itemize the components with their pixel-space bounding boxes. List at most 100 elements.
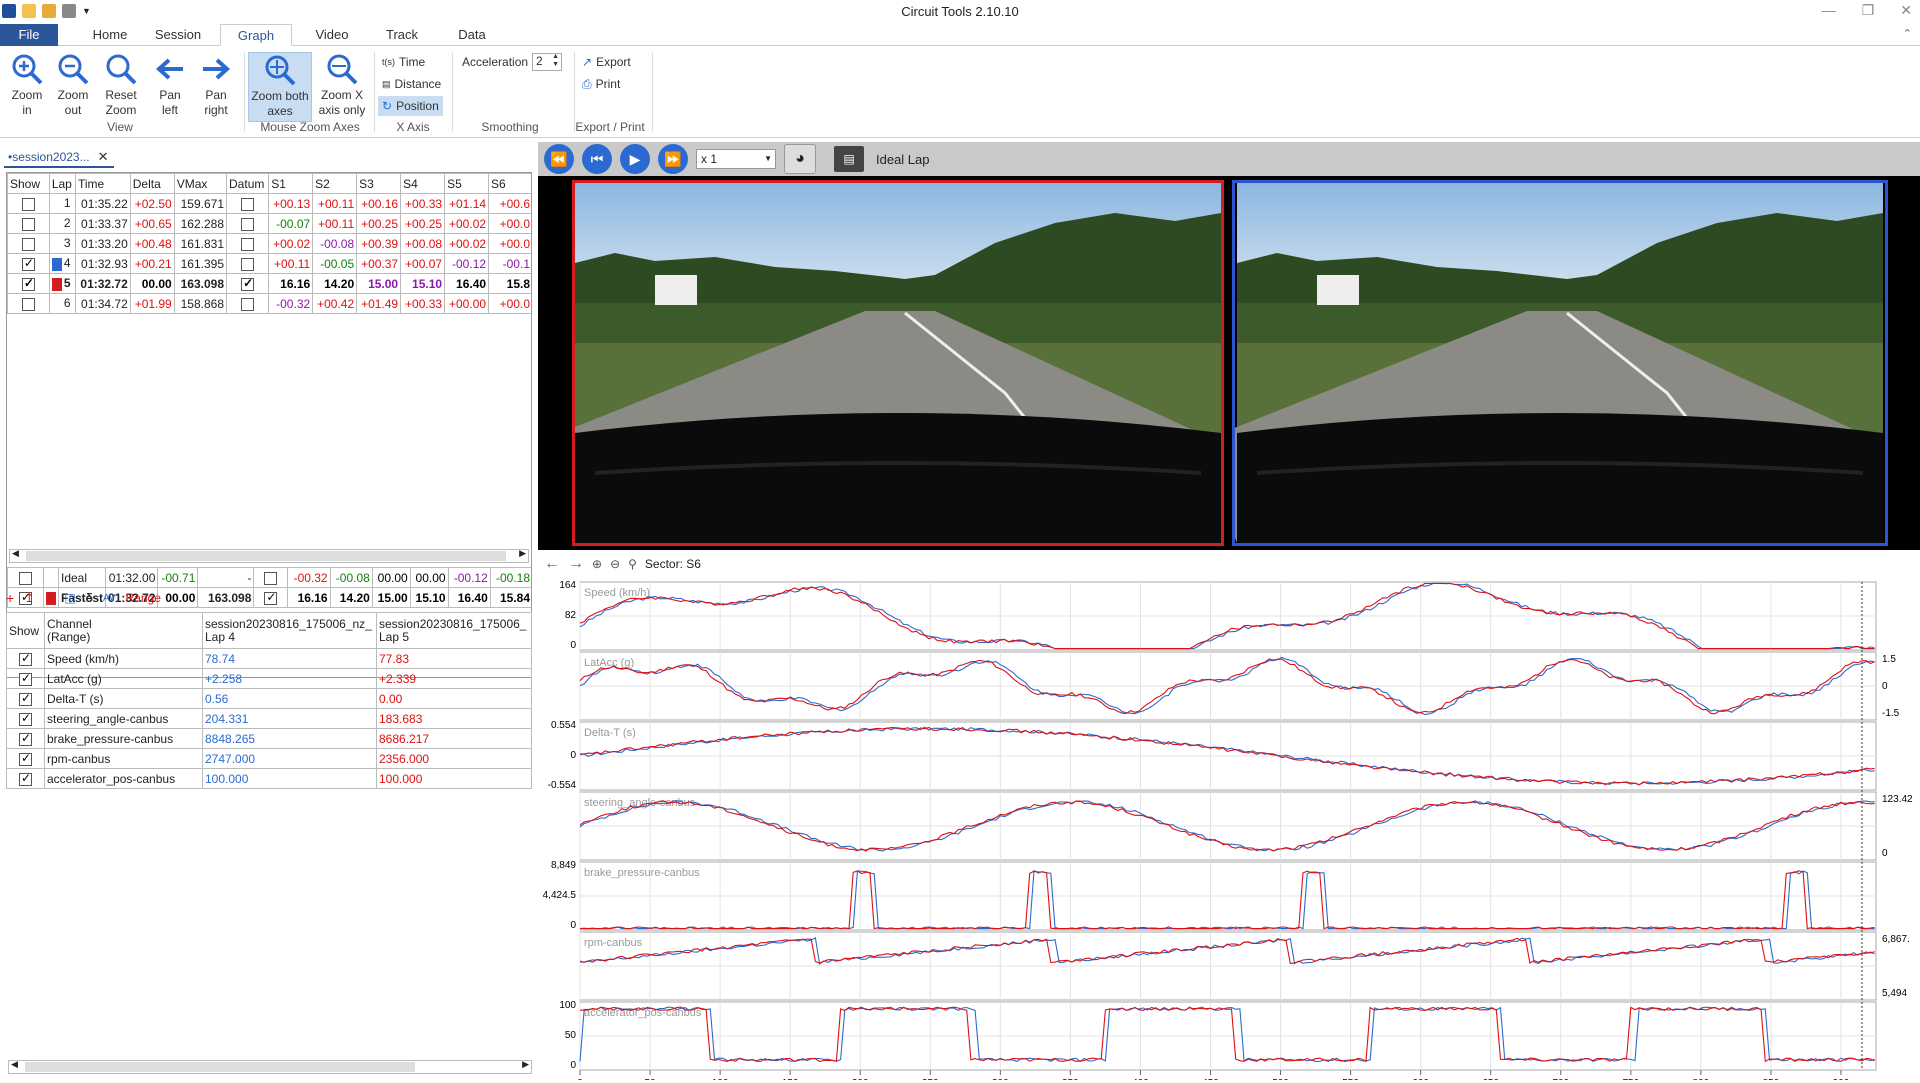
scroll-right-icon[interactable]: ▶	[519, 548, 526, 559]
lap-row[interactable]: 5 01:32.7200.00163.098 16.1614.2015.0015.1…	[7, 273, 531, 294]
channel-show-checkbox[interactable]	[19, 731, 32, 746]
show-checkbox[interactable]	[21, 297, 35, 311]
lap-col-s6[interactable]: S6	[488, 173, 531, 194]
channel-table-scrollbar[interactable]: ◀ ▶	[8, 1059, 532, 1074]
channel-show-checkbox[interactable]	[19, 691, 32, 706]
lap-row[interactable]: 4 01:32.93+00.21161.395 +00.11-00.05+00.37…	[7, 253, 531, 274]
channel-row[interactable]: LatAcc (g)+2.258+2.339	[6, 668, 532, 689]
lap-col-delta[interactable]: Delta	[129, 173, 175, 194]
pan-left-button[interactable]: Pan left	[150, 52, 190, 118]
lap-col-s2[interactable]: S2	[312, 173, 358, 194]
channel-show-checkbox[interactable]	[19, 671, 32, 686]
show-checkbox[interactable]	[19, 571, 32, 585]
arrow-left-icon[interactable]: ←	[544, 555, 560, 573]
lap-col-vmax[interactable]: VMax	[173, 173, 228, 194]
lap-table-scrollbar[interactable]: ◀ ▶	[9, 548, 529, 563]
summary-row-ideal[interactable]: Ideal 01:32.00 -00.71- -00.32 -00.08 00.00 00.…	[7, 567, 531, 588]
tab-video[interactable]: Video	[300, 24, 364, 46]
scroll-right-icon[interactable]: ▶	[522, 1059, 529, 1070]
export-button[interactable]: ↗ Export	[578, 52, 635, 72]
xaxis-time-option[interactable]: t(s) Time	[378, 52, 429, 72]
spinner-arrows-icon[interactable]: ▲ ▼	[552, 53, 559, 69]
show-checkbox[interactable]	[21, 256, 35, 271]
close-window-icon[interactable]: ✕	[1900, 2, 1912, 19]
search-icon[interactable]: ⚲	[628, 557, 637, 571]
scroll-thumb[interactable]	[26, 551, 506, 561]
print-button[interactable]: ⎙ Print	[578, 74, 624, 94]
rewind-button[interactable]: ⏪	[544, 144, 574, 174]
scroll-left-icon[interactable]: ◀	[11, 1059, 18, 1070]
tab-home[interactable]: Home	[80, 24, 140, 46]
delta-icon[interactable]: δ	[86, 591, 93, 605]
datum-checkbox[interactable]	[264, 571, 278, 585]
scroll-thumb[interactable]	[25, 1062, 415, 1072]
lap-row[interactable]: 2 01:33.37 +00.65 162.288 -00.07 +00.11 +00.25…	[7, 213, 531, 234]
lap-col-s1[interactable]: S1	[268, 173, 314, 194]
show-checkbox[interactable]	[21, 217, 35, 231]
play-button[interactable]: ▶	[620, 144, 650, 174]
datum-checkbox[interactable]	[241, 217, 255, 231]
session-tab[interactable]: •session2023... ✕	[4, 148, 114, 168]
pan-right-button[interactable]: Pan right	[196, 52, 236, 118]
channel-row[interactable]: Delta-T (s)0.560.00	[6, 688, 532, 709]
datum-checkbox[interactable]	[241, 297, 255, 311]
lap-col-show[interactable]: Show	[7, 173, 50, 194]
show-checkbox[interactable]	[21, 237, 35, 251]
playback-speed-select[interactable]: x 1 ▼	[696, 149, 776, 169]
lap-col-time[interactable]: Time	[75, 173, 131, 194]
reset-zoom-button[interactable]: Reset Zoom	[98, 52, 144, 118]
scroll-left-icon[interactable]: ◀	[12, 548, 19, 559]
lap-col-s3[interactable]: S3	[356, 173, 402, 194]
zoom-in-button[interactable]: Zoom in	[6, 52, 48, 118]
restore-icon[interactable]: ❐	[1862, 2, 1875, 19]
lap-col-s5[interactable]: S5	[444, 173, 490, 194]
tab-track[interactable]: Track	[372, 24, 432, 46]
telemetry-graph[interactable]: Speed (km/h) 164 82 0 LatAcc (g) 1.5 0 -1.5 Delt…	[538, 576, 1920, 1083]
video-lap-4[interactable]	[1232, 180, 1888, 546]
show-checkbox[interactable]	[21, 276, 35, 291]
minimize-icon[interactable]: —	[1822, 2, 1836, 19]
add-channel-icon[interactable]: +	[6, 590, 14, 606]
tab-data[interactable]: Data	[442, 24, 502, 46]
channel-show-checkbox[interactable]	[19, 771, 32, 786]
xaxis-position-option[interactable]: ↻ Position	[378, 96, 443, 116]
video-lap-5[interactable]	[572, 180, 1224, 546]
zoom-x-axis-button[interactable]: Zoom X axis only	[314, 52, 370, 118]
channel-row[interactable]: rpm-canbus2747.0002356.000	[6, 748, 532, 769]
channel-show-checkbox[interactable]	[19, 711, 32, 726]
tab-file[interactable]: File	[0, 24, 58, 46]
skip-back-button[interactable]: ⏮	[582, 144, 612, 174]
tab-graph[interactable]: Graph	[220, 24, 292, 46]
channel-show-checkbox[interactable]	[19, 651, 32, 666]
datum-checkbox[interactable]	[241, 197, 255, 211]
lap-row[interactable]: 6 01:34.72 +01.99 158.868 -00.32 +00.42 +01.49…	[7, 293, 531, 314]
channel-row[interactable]: Speed (km/h)78.7477.83	[6, 648, 532, 669]
channel-up-icon[interactable]: ↥	[24, 591, 34, 605]
range-button[interactable]: Range	[126, 591, 161, 605]
clapper-button[interactable]: ▤	[834, 146, 864, 172]
channel-layout-icon[interactable]: ◫	[64, 591, 75, 605]
datum-checkbox[interactable]	[241, 257, 255, 271]
lap-col-s4[interactable]: S4	[400, 173, 446, 194]
zoom-out-icon[interactable]: ⊖	[610, 557, 620, 571]
zoom-in-icon[interactable]: ⊕	[592, 557, 602, 571]
lap-col-datum[interactable]: Datum	[226, 173, 270, 194]
channel-row[interactable]: steering_angle-canbus204.331183.683	[6, 708, 532, 729]
zoom-out-button[interactable]: Zoom out	[52, 52, 94, 118]
channel-down-icon[interactable]: ↧	[44, 591, 54, 605]
datum-checkbox[interactable]	[241, 237, 255, 251]
fast-forward-button[interactable]: ⏩	[658, 144, 688, 174]
telemetry-chart[interactable]: Speed (km/h)164820LatAcc (g) 1.50-1.5Delt…	[538, 576, 1920, 1083]
channel-row[interactable]: brake_pressure-canbus8848.2658686.217	[6, 728, 532, 749]
gauge-button[interactable]: ◕	[784, 144, 816, 174]
collapse-ribbon-icon[interactable]: ⌃	[1903, 27, 1912, 40]
lap-row[interactable]: 3 01:33.20 +00.48 161.831 +00.02 -00.08 +00.39…	[7, 233, 531, 254]
datum-checkbox[interactable]	[241, 276, 255, 291]
xaxis-distance-option[interactable]: ▤ Distance	[378, 74, 445, 94]
av-icon[interactable]: AV	[103, 593, 116, 604]
show-checkbox[interactable]	[21, 197, 35, 211]
lap-col-lap[interactable]: Lap	[48, 173, 77, 194]
close-tab-icon[interactable]: ✕	[98, 149, 109, 165]
smoothing-spinner[interactable]: 2 ▲ ▼	[532, 53, 563, 71]
tab-session[interactable]: Session	[146, 24, 210, 46]
